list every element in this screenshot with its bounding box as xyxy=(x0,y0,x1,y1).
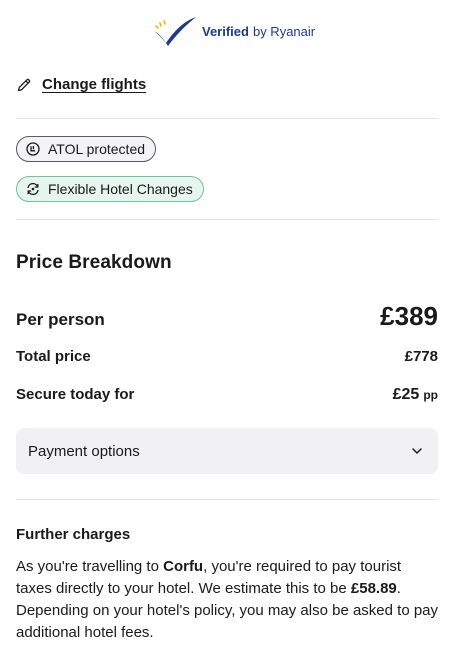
refresh-icon xyxy=(27,182,39,196)
chevron-down-icon xyxy=(412,448,422,454)
further-charges-text: As you're travelling to Corfu, you're re… xyxy=(16,556,438,644)
per-person-unit: pp xyxy=(423,388,438,402)
total-price-value: £778 xyxy=(404,348,438,365)
flexible-hotel-changes-chip: Flexible Hotel Changes xyxy=(16,176,204,202)
secure-today-row: Secure today for £25 pp xyxy=(16,386,438,404)
total-price-row: Total price £778 xyxy=(16,348,438,365)
atol-protected-chip: ATOL protected xyxy=(16,136,157,162)
secure-today-value: £25 xyxy=(392,386,420,403)
divider xyxy=(16,118,438,119)
by-ryanair-label: by Ryanair xyxy=(252,23,316,39)
atol-protected-label: ATOL protected xyxy=(48,141,146,157)
total-price-label: Total price xyxy=(16,348,91,365)
further-charges-title: Further charges xyxy=(16,526,131,543)
flexible-hotel-changes-label: Flexible Hotel Changes xyxy=(48,181,193,197)
secure-today-label: Secure today for xyxy=(16,386,135,403)
tourist-tax-amount: £58.89 xyxy=(350,580,397,597)
secure-today-price: £25 pp xyxy=(393,386,438,404)
price-breakdown-title: Price Breakdown xyxy=(16,252,172,273)
verified-label: Verified xyxy=(202,23,249,39)
payment-options-label: Payment options xyxy=(28,442,140,460)
per-person-price: £389 xyxy=(380,301,438,331)
change-flights-label: Change flights xyxy=(42,76,147,93)
pencil-icon xyxy=(17,78,31,91)
divider xyxy=(16,499,438,500)
divider xyxy=(16,219,438,220)
further-charges-text-part: As you're travelling to xyxy=(16,558,164,575)
verified-by-ryanair-badge: Verified by Ryanair xyxy=(152,14,315,48)
per-person-label: Per person xyxy=(16,310,105,329)
per-person-row: Per person £389 xyxy=(16,301,438,332)
atol-icon xyxy=(26,142,40,156)
change-flights-link[interactable]: Change flights xyxy=(16,76,146,93)
destination-name: Corfu xyxy=(163,558,204,575)
ryanair-check-logo-icon xyxy=(154,17,196,46)
payment-options-dropdown[interactable]: Payment options xyxy=(16,428,438,474)
